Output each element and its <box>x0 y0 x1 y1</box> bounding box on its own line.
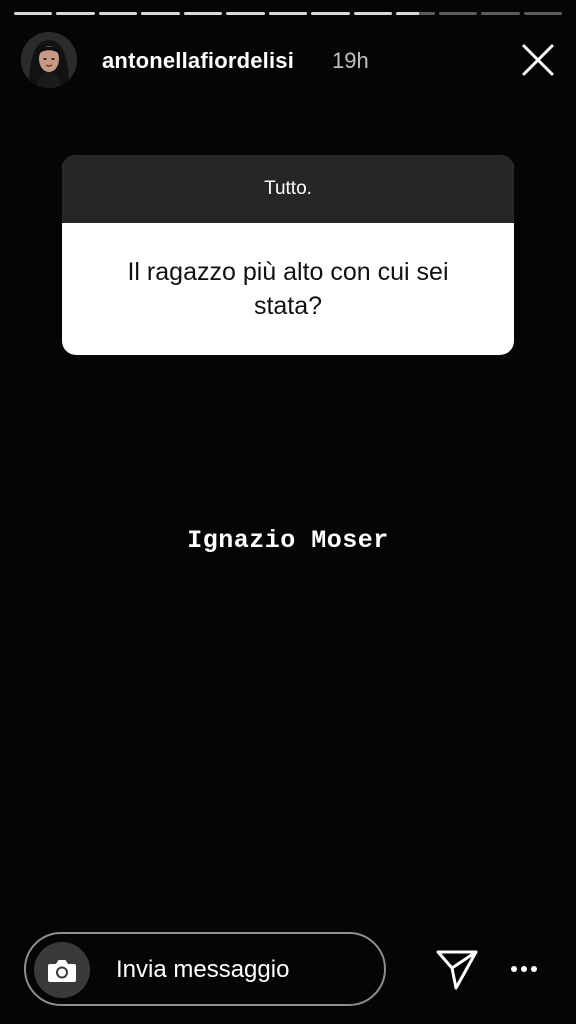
question-text: Il ragazzo più alto con cui sei stata? <box>127 258 449 320</box>
avatar-image <box>21 32 77 88</box>
progress-segment <box>98 12 138 15</box>
question-sticker-header: Tutto. <box>62 155 514 223</box>
progress-segment <box>438 12 478 15</box>
progress-segment <box>183 12 223 15</box>
answer-text: Ignazio Moser <box>187 526 389 555</box>
progress-segment <box>481 12 520 15</box>
send-icon[interactable] <box>434 946 480 992</box>
post-time: 19h <box>332 48 369 73</box>
progress-segment <box>56 12 95 15</box>
reply-bar[interactable]: Invia messaggio <box>24 932 386 1006</box>
progress-segment <box>396 12 435 15</box>
reply-input[interactable]: Invia messaggio <box>116 956 289 984</box>
close-icon[interactable] <box>520 42 556 78</box>
story-header: antonellafiordelisi 19h <box>20 30 556 92</box>
progress-segment <box>523 12 563 15</box>
question-sticker: Tutto. Il ragazzo più alto con cui sei s… <box>62 155 514 355</box>
progress-segment <box>311 12 350 15</box>
username[interactable]: antonellafiordelisi <box>102 48 294 74</box>
profile-avatar[interactable] <box>21 32 77 88</box>
story-viewer: antonellafiordelisi 19h Tutto. Il ragazz… <box>0 0 576 1024</box>
progress-segment <box>14 12 53 15</box>
progress-segment <box>141 12 180 15</box>
progress-segment <box>353 12 393 15</box>
progress-segment <box>268 12 308 15</box>
camera-icon[interactable] <box>34 942 90 998</box>
more-icon[interactable] <box>506 954 542 984</box>
progress-segment <box>226 12 265 15</box>
story-progress-bars <box>14 12 563 16</box>
